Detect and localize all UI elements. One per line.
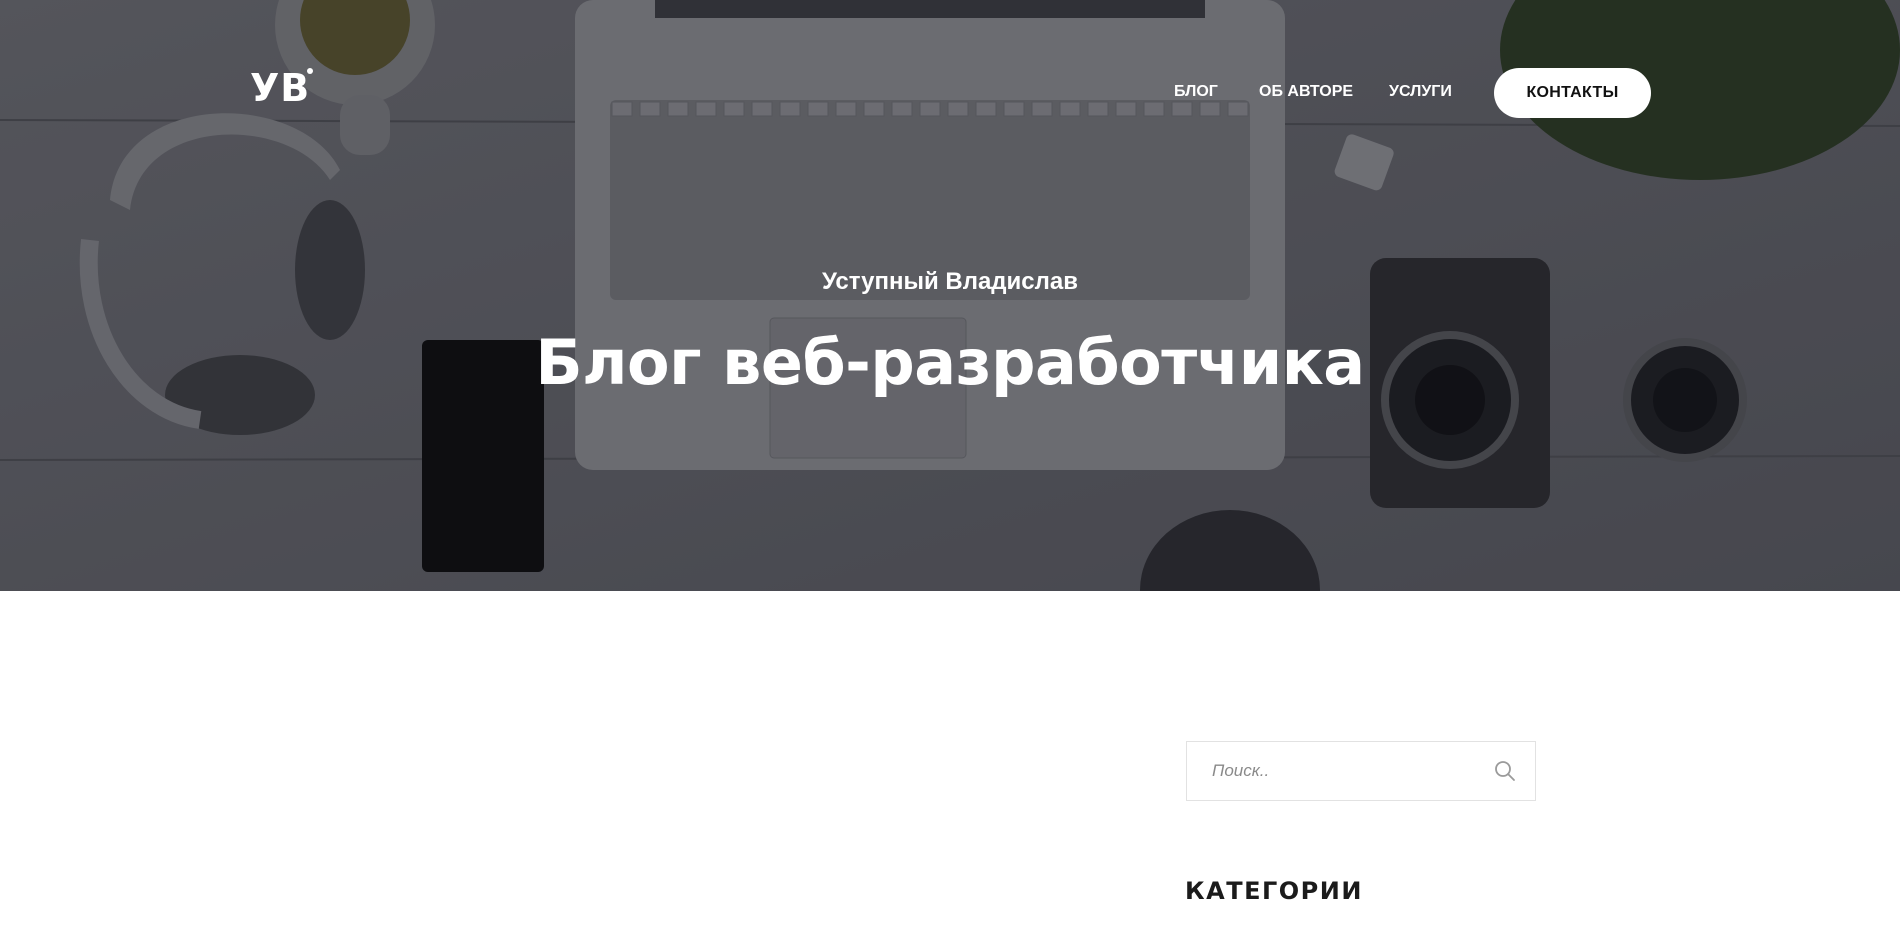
page-title: Блог веб-разработчика — [535, 326, 1365, 399]
categories-heading: КАТЕГОРИИ — [1185, 877, 1363, 905]
hero-subtitle: Уступный Владислав — [822, 268, 1078, 295]
nav-link-about[interactable]: ОБ АВТОРЕ — [1259, 83, 1353, 101]
search-button[interactable] — [1475, 742, 1535, 800]
search-input[interactable] — [1187, 742, 1477, 800]
contacts-button[interactable]: КОНТАКТЫ — [1494, 68, 1651, 118]
nav-link-services[interactable]: УСЛУГИ — [1389, 83, 1452, 101]
hero-section: УВ БЛОГ ОБ АВТОРЕ УСЛУГИ КОНТАКТЫ Уступн… — [0, 0, 1900, 591]
nav-link-blog[interactable]: БЛОГ — [1174, 83, 1218, 101]
search-box — [1186, 741, 1536, 801]
main-nav: БЛОГ ОБ АВТОРЕ УСЛУГИ КОНТАКТЫ — [0, 67, 1900, 119]
search-icon — [1495, 761, 1515, 781]
